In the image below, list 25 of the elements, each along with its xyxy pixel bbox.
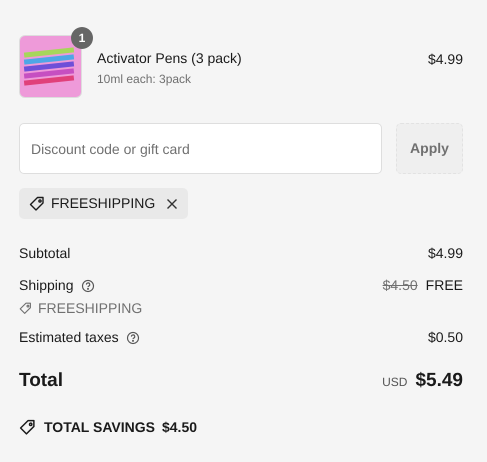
savings-label: TOTAL SAVINGS: [44, 418, 155, 437]
quantity-badge: 1: [71, 27, 93, 49]
currency-code: USD: [382, 374, 408, 390]
tag-icon: [29, 196, 45, 212]
total-label: Total: [19, 368, 63, 392]
tag-icon: [19, 419, 36, 436]
help-icon[interactable]: [126, 330, 140, 344]
tag-icon: [19, 302, 32, 315]
discount-field[interactable]: Discount code or gift card: [19, 123, 382, 174]
product-variant: 10ml each: 3pack: [97, 71, 192, 88]
summary-label: Subtotal: [19, 244, 70, 263]
total-value: $5.49: [415, 368, 463, 392]
summary-label: Shipping: [19, 276, 74, 295]
discount-code: FREESHIPPING: [51, 194, 156, 213]
summary-value: FREE: [426, 276, 463, 295]
help-icon[interactable]: [80, 278, 94, 292]
summary-label: Estimated taxes: [19, 328, 119, 347]
remove-icon[interactable]: [166, 198, 178, 210]
original-price: $4.50: [382, 276, 418, 295]
product-price: $4.99: [428, 50, 463, 69]
summary-value: $4.99: [428, 244, 463, 263]
summary-value: $0.50: [428, 328, 463, 347]
discount-code: FREESHIPPING: [38, 299, 142, 318]
product-title: Activator Pens (3 pack): [97, 49, 243, 67]
savings-value: $4.50: [162, 418, 198, 437]
